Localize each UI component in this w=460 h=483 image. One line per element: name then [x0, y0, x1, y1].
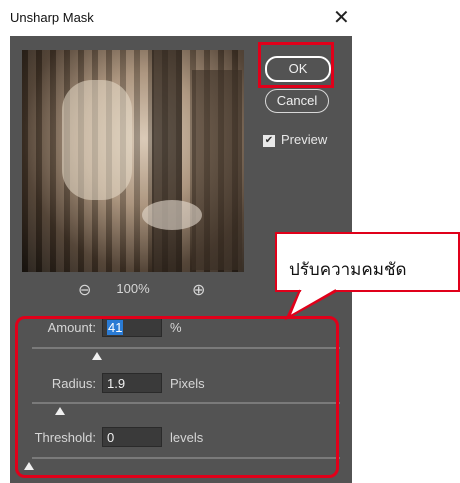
preview-checkbox[interactable]: ✔ [263, 134, 275, 147]
zoom-level: 100% [116, 281, 150, 296]
dialog-title: Unsharp Mask [10, 10, 94, 25]
close-icon[interactable]: ✕ [333, 5, 350, 30]
controls-highlight [15, 316, 339, 478]
preview-checkbox-row[interactable]: ✔ Preview [263, 132, 327, 147]
preview-image[interactable] [22, 50, 244, 272]
zoom-in-icon[interactable]: ⊕ [192, 280, 205, 300]
annotation-callout: ปรับความคมชัด [275, 232, 460, 292]
preview-checkbox-label: Preview [281, 132, 328, 147]
cancel-button[interactable]: Cancel [265, 89, 329, 113]
zoom-controls: ⊖ 100% ⊕ [22, 280, 244, 300]
annotation-text: ปรับความคมชัด [289, 260, 407, 279]
title-bar: Unsharp Mask ✕ [0, 0, 352, 36]
ok-button-highlight [258, 42, 334, 88]
